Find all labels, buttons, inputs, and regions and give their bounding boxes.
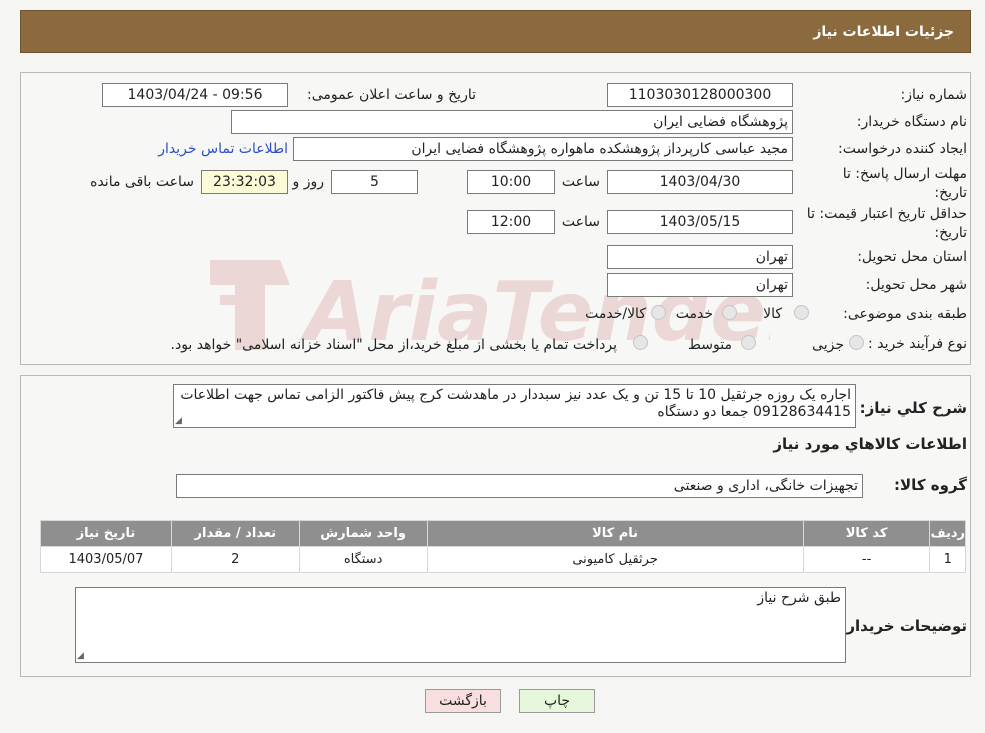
cell-date: 1403/05/07 <box>40 546 172 573</box>
cell-code: -- <box>802 546 931 573</box>
buyer-org-label: نام دستگاه خریدار: <box>856 114 967 130</box>
announce-label: تاریخ و ساعت اعلان عمومی: <box>307 87 476 103</box>
col-date-header: تاریخ نیاز <box>40 520 172 547</box>
buyer-contact-link[interactable]: اطلاعات تماس خریدار <box>158 141 288 157</box>
remaining-time-field: 23:32:03 <box>201 170 288 194</box>
need-number-field: 1103030128000300 <box>607 83 793 107</box>
buyer-org-field: پژوهشگاه فضایی ایران <box>231 110 793 134</box>
process-medium-radio[interactable] <box>741 335 756 350</box>
creator-field: مجید عباسی کارپرداز پژوهشکده ماهواره پژو… <box>293 137 793 161</box>
cell-name: جرثقیل کامیونی <box>426 546 804 573</box>
process-partial-label: جزیی <box>812 337 844 353</box>
col-unit-header: واحد شمارش <box>298 520 428 547</box>
description-label: شرح کلي نياز: <box>859 399 967 417</box>
announce-value: 1403/04/24 - 09:56 <box>127 87 263 103</box>
resize-grip-icon[interactable]: ◢ <box>77 651 84 661</box>
process-note: پرداخت تمام یا بخشی از مبلغ خرید،از محل … <box>170 337 617 353</box>
province-label: استان محل تحویل: <box>857 249 967 265</box>
validity-label-1: حداقل تاریخ اعتبار قیمت: تا <box>806 206 967 222</box>
creator-label: ایجاد کننده درخواست: <box>838 141 967 157</box>
print-button[interactable]: چاپ <box>519 689 595 713</box>
goods-section-title: اطلاعات کالاهاي مورد نياز <box>773 435 967 453</box>
city-field: تهران <box>607 273 793 297</box>
col-qty-header: تعداد / مقدار <box>170 520 300 547</box>
table-row: 1 -- جرثقیل کامیونی دستگاه 2 1403/05/07 <box>40 546 966 573</box>
category-service-radio[interactable] <box>722 305 737 320</box>
validity-label-2: تاریخ: <box>934 225 967 241</box>
deadline-time-label: ساعت <box>561 174 600 190</box>
category-service-label: خدمت <box>675 306 713 322</box>
buyer-notes-label: توضیحات خریدار: <box>840 617 967 635</box>
validity-time-field: 12:00 <box>467 210 555 234</box>
city-label: شهر محل تحویل: <box>865 277 967 293</box>
process-medium-label: متوسط <box>688 337 732 353</box>
goods-table-header: ردیف کد کالا نام کالا واحد شمارش تعداد /… <box>40 520 966 547</box>
category-both-label: کالا/خدمت <box>585 306 646 322</box>
validity-date-field: 1403/05/15 <box>607 210 793 234</box>
category-label: طبقه بندی موضوعی: <box>843 306 967 322</box>
remaining-label: ساعت باقی مانده <box>90 174 194 190</box>
buyer-notes-text: طبق شرح نیاز <box>757 590 841 606</box>
resize-grip-icon[interactable]: ◢ <box>175 416 182 426</box>
days-field: 5 <box>331 170 418 194</box>
announce-field: 1403/04/24 - 09:56 <box>102 83 288 107</box>
page-title: جزئیات اطلاعات نیاز <box>20 10 971 53</box>
category-goods-radio[interactable] <box>794 305 809 320</box>
category-both-radio[interactable] <box>651 305 666 320</box>
process-partial-radio[interactable] <box>849 335 864 350</box>
description-text: اجاره یک روزه جرثقیل 10 تا 15 تن و یک عد… <box>180 387 851 420</box>
validity-time-label: ساعت <box>561 214 600 230</box>
deadline-label-2: تاریخ: <box>934 185 967 201</box>
goods-table: ردیف کد کالا نام کالا واحد شمارش تعداد /… <box>40 520 966 573</box>
col-code-header: کد کالا <box>802 520 931 547</box>
deadline-time-field: 10:00 <box>467 170 555 194</box>
cell-row: 1 <box>929 546 966 573</box>
goods-group-label: گروه کالا: <box>894 476 967 494</box>
col-row-header: ردیف <box>929 520 966 547</box>
days-label: روز و <box>292 174 325 190</box>
buyer-notes-textarea[interactable]: طبق شرح نیاز <box>75 587 846 663</box>
goods-group-field: تجهیزات خانگی، اداری و صنعتی <box>176 474 863 498</box>
process-treasury-checkbox[interactable] <box>633 335 648 350</box>
cell-unit: دستگاه <box>298 546 428 573</box>
deadline-date-field: 1403/04/30 <box>607 170 793 194</box>
process-label: نوع فرآیند خرید : <box>868 336 967 352</box>
category-goods-label: کالا <box>763 306 782 322</box>
province-field: تهران <box>607 245 793 269</box>
back-button[interactable]: بازگشت <box>425 689 501 713</box>
deadline-label-1: مهلت ارسال پاسخ: تا <box>842 166 967 182</box>
cell-qty: 2 <box>170 546 300 573</box>
need-number-label: شماره نیاز: <box>900 87 968 103</box>
description-textarea[interactable]: اجاره یک روزه جرثقیل 10 تا 15 تن و یک عد… <box>173 384 856 428</box>
col-name-header: نام کالا <box>426 520 804 547</box>
